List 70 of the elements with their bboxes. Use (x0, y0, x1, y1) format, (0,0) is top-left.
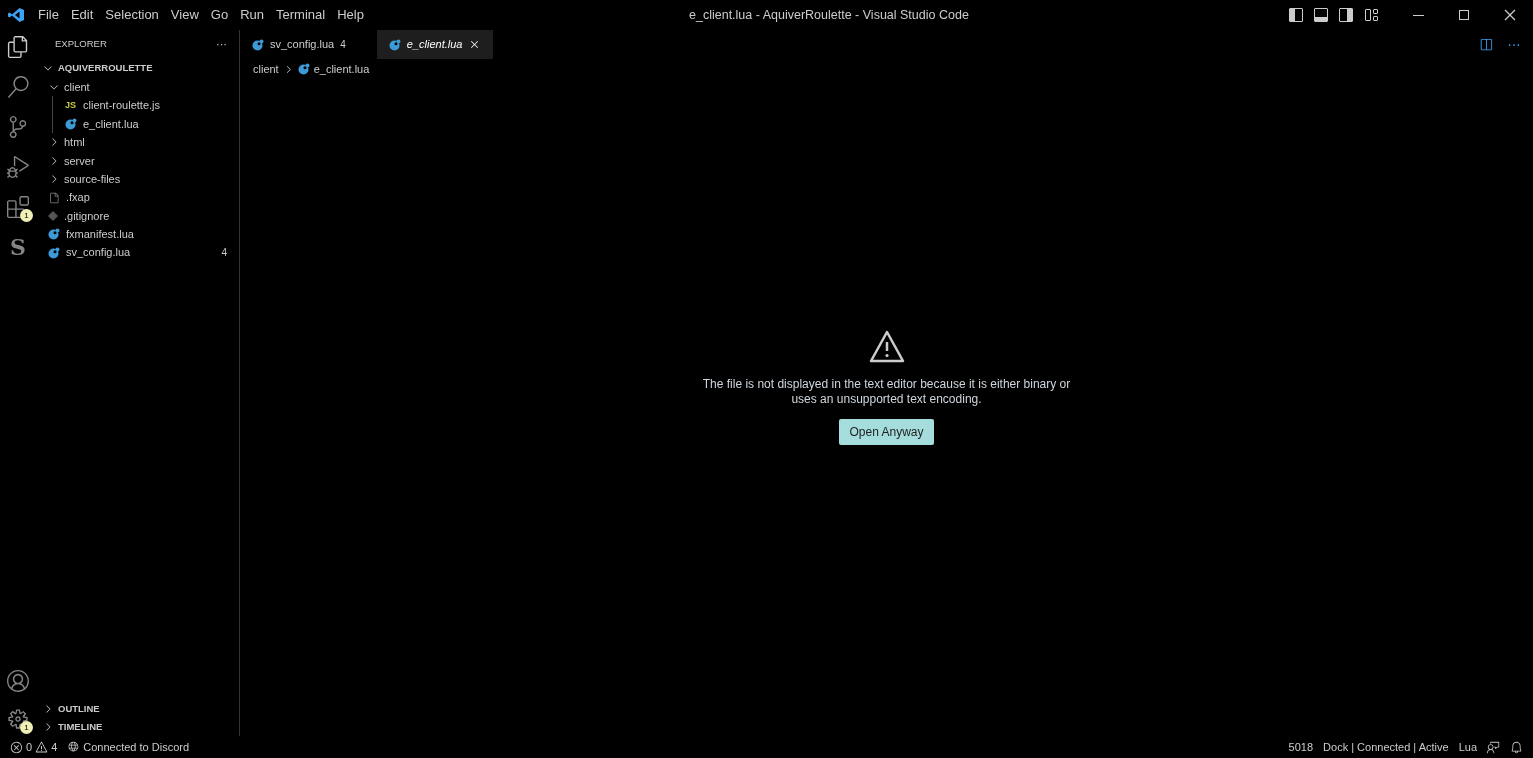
menu-item[interactable]: Run (234, 5, 270, 25)
run-debug-icon[interactable] (7, 156, 29, 178)
js-icon: JS (65, 98, 77, 113)
section-header[interactable]: TIMELINE (36, 718, 239, 736)
more-actions-button[interactable]: ··· (216, 35, 227, 53)
menu-item[interactable]: View (164, 5, 205, 25)
search-icon[interactable] (7, 76, 29, 98)
file-icon (48, 191, 60, 204)
moon-icon (388, 38, 401, 51)
explorer-entry[interactable]: fxmanifest.lua (36, 225, 239, 244)
moon-icon (252, 38, 264, 51)
extensions-icon[interactable] (7, 196, 29, 218)
account-icon[interactable] (7, 670, 29, 692)
status-item[interactable]: Connected to Discord (67, 738, 190, 756)
toggle-panel-icon[interactable] (1313, 7, 1329, 23)
toggle-sidebar-icon[interactable] (1288, 7, 1304, 23)
customize-layout-icon[interactable] (1363, 7, 1379, 23)
globe-icon (67, 741, 80, 753)
settings-icon[interactable] (7, 708, 29, 730)
status-item[interactable]: 5018 (1288, 738, 1314, 756)
menu-item[interactable]: Edit (64, 5, 100, 25)
binary-file-message: The file is not displayed in the text editor because it is either binary or uses an unsupported text encoding. (701, 377, 1072, 407)
explorer-icon[interactable] (7, 36, 29, 58)
menu-item[interactable]: File (32, 5, 65, 25)
error-icon (10, 740, 23, 754)
maximize-icon (1456, 7, 1472, 23)
close-icon (1502, 7, 1518, 23)
moon-icon (48, 228, 60, 241)
workspace-header[interactable]: AQUIVERROULETTE (36, 58, 239, 78)
split-editor-icon[interactable] (1479, 37, 1493, 52)
warning-icon (35, 740, 49, 754)
explorer-entry[interactable]: .fxap (36, 188, 239, 207)
warning-icon (868, 330, 905, 363)
open-anyway-button[interactable]: Open Anyway (839, 419, 934, 445)
folder-item[interactable]: client (36, 78, 239, 97)
diamond-icon (48, 210, 58, 221)
breadcrumb-item[interactable]: e_client.lua (313, 60, 370, 78)
breadcrumb-item[interactable]: client (253, 60, 279, 78)
menu-item[interactable]: Selection (99, 5, 165, 25)
menu-item[interactable]: Terminal (270, 5, 332, 25)
editor-tab[interactable]: e_client.lua (376, 30, 494, 59)
sidebar-title: EXPLORER (55, 36, 107, 51)
status-item[interactable]: Lua (1458, 738, 1477, 756)
editor-tab[interactable]: sv_config.lua 4 (240, 30, 377, 59)
minimize-icon (1412, 14, 1424, 16)
window-title: e_client.lua - AquiverRoulette - Visual Studio Code (688, 6, 970, 24)
menu-item[interactable]: Go (204, 5, 235, 25)
section-header[interactable]: OUTLINE (36, 700, 239, 718)
explorer-entry[interactable]: .gitignore (36, 206, 239, 226)
moon-icon (65, 117, 77, 130)
feedback-icon[interactable] (1487, 740, 1500, 754)
extension-logo[interactable]: S (10, 236, 26, 258)
moon-icon (297, 63, 310, 75)
problems-status[interactable]: 0 4 (10, 738, 58, 756)
notification-badge: 1 (20, 721, 33, 734)
folder-item[interactable]: html (36, 133, 239, 152)
explorer-entry[interactable]: JS client-roulette.js (53, 96, 239, 115)
folder-item[interactable]: server (36, 151, 239, 170)
source-control-icon[interactable] (7, 116, 29, 138)
explorer-entry[interactable]: e_client.lua (53, 114, 239, 134)
explorer-entry[interactable]: sv_config.lua 4 (36, 243, 239, 262)
toggle-secondary-sidebar-icon[interactable] (1338, 7, 1354, 23)
bell-icon[interactable] (1510, 740, 1523, 754)
moon-icon (48, 246, 60, 259)
notification-badge: 1 (20, 209, 33, 222)
menu-item[interactable]: Help (331, 5, 370, 25)
status-item[interactable]: Dock | Connected | Active (1323, 738, 1449, 756)
folder-item[interactable]: source-files (36, 169, 239, 189)
problem-count: 4 (221, 246, 227, 261)
app-logo-icon (8, 7, 24, 23)
